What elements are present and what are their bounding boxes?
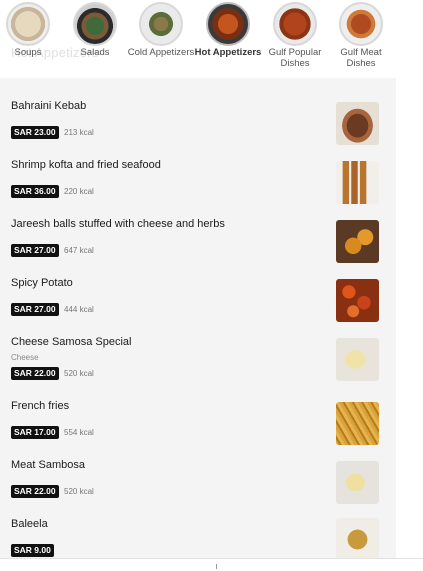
kcal-label: 554 kcal [64, 428, 94, 437]
right-gutter [396, 0, 423, 571]
menu-item[interactable]: Meat Sambosa SAR 22.00 520 kcal [0, 449, 396, 507]
item-photo [336, 402, 379, 445]
item-name: Spicy Potato [11, 277, 73, 289]
item-name: Jareesh balls stuffed with cheese and he… [11, 218, 225, 230]
item-name: Baleela [11, 518, 48, 530]
menu-item[interactable]: Spicy Potato SAR 27.00 444 kcal [0, 267, 396, 325]
category-bar: Hot Appetizers Soups Salads Cold Appetiz… [0, 0, 396, 78]
salads-thumbnail [73, 2, 117, 46]
soups-thumbnail [6, 2, 50, 46]
kcal-label: 220 kcal [64, 187, 94, 196]
menu-item[interactable]: Jareesh balls stuffed with cheese and he… [0, 208, 396, 266]
menu-item[interactable]: Shrimp kofta and fried seafood SAR 36.00… [0, 149, 396, 207]
cold-appetizers-thumbnail [139, 2, 183, 46]
item-name: Cheese Samosa Special [11, 336, 132, 348]
hot-appetizers-thumbnail [206, 2, 250, 46]
menu-item[interactable]: French fries SAR 17.00 554 kcal [0, 390, 396, 448]
gulf-meat-thumbnail [339, 2, 383, 46]
item-photo [336, 338, 379, 381]
gulf-popular-thumbnail [273, 2, 317, 46]
price-badge: SAR 27.00 [11, 303, 59, 316]
price-badge: SAR 22.00 [11, 485, 59, 498]
item-name: Bahraini Kebab [11, 100, 87, 112]
kcal-label: 213 kcal [64, 128, 94, 137]
category-label: Soups [14, 47, 42, 58]
item-photo [336, 518, 379, 561]
kcal-label: 520 kcal [64, 369, 94, 378]
price-badge: SAR 17.00 [11, 426, 59, 439]
item-subtitle: Cheese [11, 353, 39, 362]
item-photo [336, 461, 379, 504]
price-badge: SAR 9.00 [11, 544, 54, 557]
price-badge: SAR 22.00 [11, 367, 59, 380]
bottom-handle[interactable] [216, 564, 217, 569]
category-label: Gulf Meat Dishes [340, 47, 382, 69]
kcal-label: 444 kcal [64, 305, 94, 314]
item-name: French fries [11, 400, 70, 412]
category-label: Salads [80, 47, 110, 58]
price-badge: SAR 36.00 [11, 185, 59, 198]
item-photo [336, 102, 379, 145]
item-photo [336, 220, 379, 263]
category-label: Cold Appetizers [127, 47, 195, 58]
price-badge: SAR 23.00 [11, 126, 59, 139]
item-name: Meat Sambosa [11, 459, 85, 471]
item-photo [336, 279, 379, 322]
menu-panel: Hot Appetizers Soups Salads Cold Appetiz… [0, 0, 396, 571]
category-label: Gulf Popular Dishes [268, 47, 322, 69]
kcal-label: 520 kcal [64, 487, 94, 496]
price-badge: SAR 27.00 [11, 244, 59, 257]
category-label-active: Hot Appetizers [194, 47, 262, 58]
menu-item[interactable]: Cheese Samosa Special Cheese SAR 22.00 5… [0, 326, 396, 384]
menu-item[interactable]: Bahraini Kebab SAR 23.00 213 kcal [0, 90, 396, 148]
item-photo [336, 161, 379, 204]
kcal-label: 647 kcal [64, 246, 94, 255]
item-name: Shrimp kofta and fried seafood [11, 159, 161, 171]
bottom-bar [0, 559, 423, 571]
